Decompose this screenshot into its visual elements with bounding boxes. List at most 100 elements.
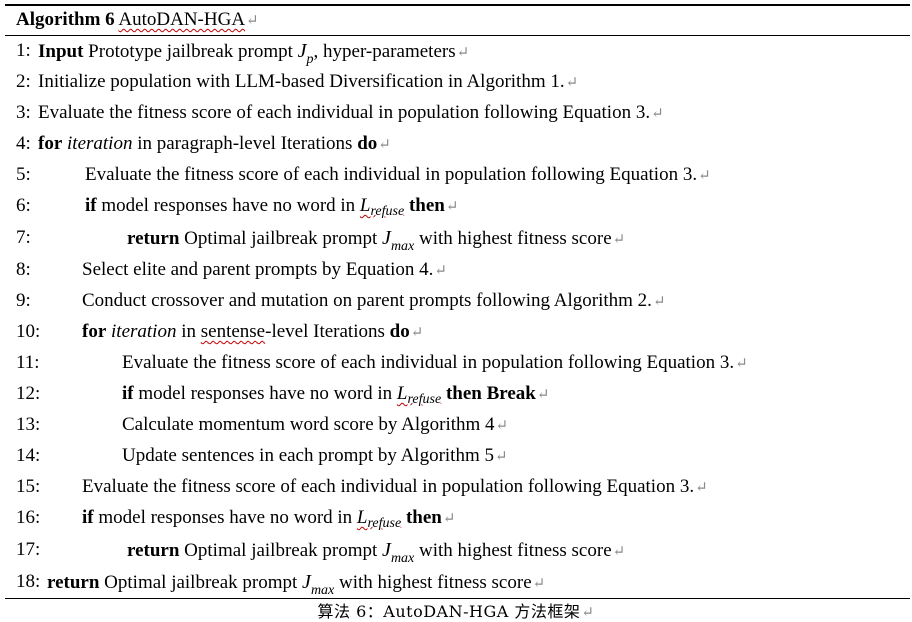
line-content: if model responses have no word in Lrefu… [82,504,455,534]
algorithm-label: Algorithm 6 [16,9,115,30]
algorithm-line: 5: Evaluate the fitness score of each ind… [16,161,906,189]
paragraph-mark-icon: ↵ [442,511,456,527]
text-run: in paragraph-level Iterations [132,133,358,154]
paragraph-mark-icon: ↵ [495,418,509,434]
paragraph-mark-icon: ↵ [698,168,711,184]
text-run: Select elite and parent prompts by Equat… [82,259,434,280]
algorithm-line: 7: return Optimal jailbreak prompt Jmax w… [16,224,906,254]
keyword: return [127,540,180,561]
algorithm-title: Algorithm 6 AutoDAN-HGA↵ [16,6,259,34]
text-run: with highest fitness score [334,572,532,593]
italic-term: iteration [111,321,177,342]
text-run: Initialize population with LLM-based Div… [38,71,565,92]
paragraph-mark-icon: ↵ [735,356,748,372]
line-content: Initialize population with LLM-based Div… [38,68,578,97]
line-content: if model responses have no word in Lrefu… [122,380,549,410]
text-run: Prototype jailbreak prompt [83,41,298,62]
algorithm-line: 9: Conduct crossover and mutation on pare… [16,287,906,315]
paragraph-mark-icon: ↵ [410,325,424,341]
keyword: then [408,195,445,216]
paragraph-mark-icon: ↵ [495,449,508,465]
algorithm-line: 16: if model responses have no word in Lr… [16,504,906,532]
line-content: for iteration in sentense-level Iteratio… [82,318,423,347]
algorithm-name: AutoDAN-HGA [118,9,246,30]
algorithm-line: 15: Evaluate the fitness score of each in… [16,473,906,501]
line-content: Conduct crossover and mutation on parent… [82,287,666,316]
refusal-set-symbol: Lrefuse [356,507,402,531]
text-run: with highest fitness score [414,540,612,561]
text-run: , hyper-parameters [313,41,456,62]
algorithm-line: 12: if model responses have no word in Lr… [16,380,906,408]
algorithm-line: 8: Select elite and parent prompts by Equ… [16,256,906,284]
paragraph-mark-icon: ↵ [612,544,626,560]
line-content: return Optimal jailbreak prompt Jmax wit… [47,568,545,599]
algorithm-line: 11: Evaluate the fitness score of each in… [16,349,906,377]
line-content: Evaluate the fitness score of each indiv… [122,349,748,378]
spellcheck-flagged-word: sentense [200,321,266,342]
keyword: if [82,507,94,528]
keyword: for [38,133,63,154]
paragraph-mark-icon: ↵ [445,199,459,215]
paragraph-mark-icon: ↵ [581,603,595,621]
refusal-set-symbol: Lrefuse [396,383,442,407]
paragraph-mark-icon: ↵ [612,232,626,248]
text-run: Evaluate the fitness score of each indiv… [82,476,695,497]
line-content: if model responses have no word in Lrefu… [85,192,458,222]
algorithm-line: 18: return Optimal jailbreak prompt Jmax … [16,568,906,599]
text-run: Optimal jailbreak prompt [99,572,303,593]
text-run: Evaluate the fitness score of each indiv… [38,102,651,123]
paragraph-mark-icon: ↵ [536,387,550,403]
paragraph-mark-icon: ↵ [652,294,666,310]
line-content: Input Prototype jailbreak prompt Jp, hyp… [38,37,469,68]
keyword: return [127,228,180,249]
keyword: Input [38,41,84,62]
text-run: in [176,321,201,342]
text-run: with highest fitness score [414,228,612,249]
text-run: Calculate momentum word score by Algorit… [122,414,495,435]
paragraph-mark-icon: ↵ [695,480,708,496]
text-run: Update sentences in each prompt by Algor… [122,445,494,466]
keyword: return [47,572,100,593]
keyword: if [122,383,134,404]
algorithm-line: 14: Update sentences in each prompt by Al… [16,442,906,470]
algorithm-caption: 算法 6：AutoDAN-HGA 方法框架↵ [0,602,912,622]
keyword: then Break [445,383,536,404]
algorithm-line: 10: for iteration in sentense-level Itera… [16,318,906,346]
text-run: Evaluate the fitness score of each indiv… [85,164,698,185]
math-subscript: refuse [367,516,402,531]
table-bottom-rule [5,598,910,599]
algorithm-line: 6: if model responses have no word in Lre… [16,192,906,220]
algorithm-line: 3: Evaluate the fitness score of each ind… [16,99,906,127]
line-content: for iteration in paragraph-level Iterati… [38,130,391,159]
algorithm-line: 13: Calculate momentum word score by Algo… [16,411,906,439]
caption-text: 算法 6：AutoDAN-HGA 方法框架 [317,602,581,621]
algorithm-line: 2: Initialize population with LLM-based D… [16,68,906,96]
paragraph-mark-icon: ↵ [246,13,259,29]
line-content: Evaluate the fitness score of each indiv… [38,99,664,128]
text-run: -level Iterations [265,321,390,342]
math-subscript: max [390,239,415,254]
math-symbol: J [302,571,311,593]
math-subscript: max [310,583,335,598]
paragraph-mark-icon: ↵ [456,45,470,61]
keyword: if [85,195,97,216]
text-run: model responses have no word in [96,195,360,216]
text-run: model responses have no word in [93,507,357,528]
text-run: Optimal jailbreak prompt [179,540,383,561]
text-run: Optimal jailbreak prompt [179,228,383,249]
keyword: then [405,507,442,528]
keyword: do [389,321,410,342]
math-symbol: J [382,227,391,249]
line-content: Update sentences in each prompt by Algor… [122,442,508,471]
line-content: Calculate momentum word score by Algorit… [122,411,508,440]
text-run: model responses have no word in [133,383,397,404]
math-subscript: p [306,52,314,67]
line-content: Evaluate the fitness score of each indiv… [82,473,708,502]
algorithm-line: 17: return Optimal jailbreak prompt Jmax … [16,536,906,566]
math-subscript: max [390,551,415,566]
keyword: for [82,321,107,342]
paragraph-mark-icon: ↵ [434,263,447,279]
algorithm-line: 4: for iteration in paragraph-level Itera… [16,130,906,158]
paragraph-mark-icon: ↵ [532,576,546,592]
math-subscript: refuse [370,204,405,219]
